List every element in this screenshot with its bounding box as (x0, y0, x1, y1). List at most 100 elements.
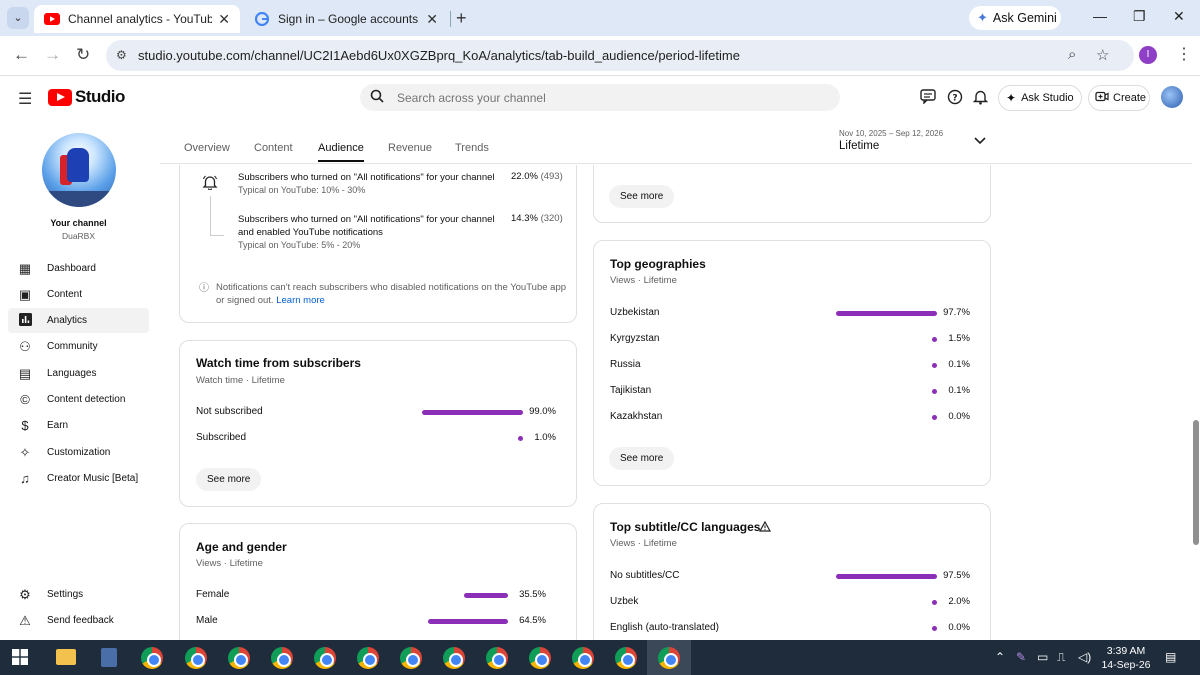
see-more-button[interactable]: See more (609, 447, 675, 470)
taskbar-clock[interactable]: 3:39 AM 14-Sep-26 (1098, 644, 1154, 672)
geo-bar-uzbekistan (836, 311, 937, 316)
google-favicon-icon (254, 11, 270, 27)
new-tab-button[interactable]: + (456, 8, 467, 29)
card-title: Top geographies (610, 257, 706, 271)
chrome-icon[interactable] (658, 647, 680, 669)
browser-menu-icon[interactable]: ⋮ (1176, 44, 1192, 64)
file-explorer-icon[interactable] (56, 649, 76, 665)
chrome-icon[interactable] (572, 647, 594, 669)
chrome-icon[interactable] (529, 647, 551, 669)
tab-content[interactable]: Content (254, 142, 293, 154)
profile-avatar[interactable]: I (1139, 46, 1157, 64)
tab-trends[interactable]: Trends (455, 142, 489, 154)
age-gender-bar-female (464, 593, 508, 598)
sidebar-item-analytics[interactable]: Analytics (8, 308, 149, 333)
search-icon (370, 89, 384, 106)
period-range[interactable]: Nov 10, 2025 – Sep 12, 2026 (839, 129, 943, 138)
tab-search-button[interactable]: ⌄ (7, 7, 29, 29)
chrome-icon[interactable] (271, 647, 293, 669)
row-label: Female (196, 589, 230, 600)
row-label: Uzbek (610, 596, 639, 607)
page-scrollbar[interactable] (1192, 120, 1200, 640)
chrome-icon[interactable] (486, 647, 508, 669)
sidebar-item-settings[interactable]: ⚙ Settings (8, 582, 149, 607)
chrome-icon[interactable] (314, 647, 336, 669)
row-pct: 97.7% (943, 307, 970, 318)
row-pct: 64.5% (519, 615, 546, 626)
chrome-icon[interactable] (400, 647, 422, 669)
sidebar-item-earn[interactable]: $ Earn (8, 413, 149, 438)
studio-logo[interactable]: Studio (48, 87, 125, 107)
scrollbar-thumb[interactable] (1193, 420, 1199, 545)
browser-tab-signin[interactable]: Sign in – Google accounts ✕ (244, 5, 448, 33)
network-icon[interactable]: ⎍ (1057, 650, 1065, 665)
warning-icon[interactable] (758, 520, 772, 535)
tab-overview[interactable]: Overview (184, 142, 230, 154)
sidebar-item-community[interactable]: ⚇ Community (8, 334, 149, 359)
notifications-bell-icon[interactable] (972, 89, 989, 109)
sidebar-item-languages[interactable]: ▤ Languages (8, 361, 149, 386)
learn-more-link[interactable]: Learn more (276, 295, 325, 306)
taskbar-date: 14-Sep-26 (1101, 659, 1151, 671)
notification-center-icon[interactable]: ▤ (1165, 650, 1176, 664)
sidebar-item-customization[interactable]: ✧ Customization (8, 440, 149, 465)
sidebar-item-creator-music[interactable]: ♫ Creator Music [Beta] (8, 466, 149, 491)
tray-chevron-up-icon[interactable]: ⌃ (995, 650, 1005, 664)
tab-audience[interactable]: Audience (318, 142, 364, 162)
chevron-down-icon[interactable] (974, 133, 986, 148)
sidebar: Your channel DuaRBX ▦ Dashboard ▣ Conten… (0, 120, 160, 640)
period-value[interactable]: Lifetime (839, 140, 879, 152)
chrome-icon[interactable] (443, 647, 465, 669)
channel-avatar[interactable] (42, 133, 116, 207)
channel-search-box[interactable] (360, 84, 840, 111)
chrome-icon[interactable] (615, 647, 637, 669)
chrome-icon[interactable] (141, 647, 163, 669)
browser-tab-analytics[interactable]: Channel analytics - YouTube Studio ✕ (34, 5, 240, 33)
dashboard-icon: ▦ (18, 260, 32, 276)
battery-icon[interactable]: ▭ (1037, 650, 1048, 664)
notif-row-1-count: (493) (540, 171, 563, 182)
hamburger-menu-icon[interactable]: ☰ (18, 89, 32, 109)
notif-row-2-pct: 14.3% (511, 213, 538, 224)
reload-icon[interactable]: ↻ (76, 45, 90, 65)
zoom-search-icon[interactable]: ⌕ (1068, 46, 1076, 63)
chrome-icon[interactable] (228, 647, 250, 669)
restore-icon[interactable]: ❐ (1133, 8, 1146, 25)
ask-studio-button[interactable]: ✦ Ask Studio (998, 85, 1082, 111)
see-more-button[interactable]: See more (609, 185, 675, 208)
row-pct: 2.0% (948, 596, 970, 607)
notif-row-2-value: 14.3% (320) (511, 213, 563, 224)
url-text: studio.youtube.com/channel/UC2I1Aebd6Ux0… (138, 48, 740, 63)
close-tab-icon[interactable]: ✕ (218, 11, 230, 28)
address-bar[interactable]: ⚙ studio.youtube.com/channel/UC2I1Aebd6U… (106, 40, 1134, 71)
row-pct: 1.0% (534, 432, 556, 443)
close-tab-icon[interactable]: ✕ (426, 11, 438, 28)
bookmark-star-icon[interactable]: ☆ (1096, 46, 1109, 64)
site-info-icon[interactable]: ⚙ (116, 48, 127, 62)
row-label: Uzbekistan (610, 307, 660, 318)
account-avatar[interactable] (1161, 86, 1183, 108)
windows-start-icon[interactable] (12, 649, 28, 668)
comments-icon[interactable] (920, 89, 936, 108)
search-input[interactable] (397, 88, 817, 108)
tab-revenue[interactable]: Revenue (388, 142, 432, 154)
sidebar-item-content[interactable]: ▣ Content (8, 282, 149, 307)
chrome-icon[interactable] (185, 647, 207, 669)
calculator-icon[interactable] (101, 648, 117, 667)
sidebar-item-content-detection[interactable]: © Content detection (8, 387, 149, 412)
chrome-icon[interactable] (357, 647, 379, 669)
sidebar-item-dashboard[interactable]: ▦ Dashboard (8, 256, 149, 281)
sidebar-item-send-feedback[interactable]: ⚠ Send feedback (8, 608, 149, 633)
pen-icon[interactable]: ✎ (1016, 650, 1026, 664)
volume-icon[interactable]: ◁) (1078, 650, 1091, 664)
ask-gemini-button[interactable]: ✦ Ask Gemini (969, 6, 1061, 30)
see-more-button[interactable]: See more (196, 468, 262, 491)
forward-arrow-icon[interactable]: → (44, 45, 61, 65)
minimize-icon[interactable]: — (1093, 8, 1107, 24)
back-arrow-icon[interactable]: ← (13, 45, 30, 65)
geographies-card: Top geographies Views · Lifetime Uzbekis… (593, 240, 991, 486)
help-icon[interactable]: ? (947, 89, 963, 109)
create-button[interactable]: Create (1088, 85, 1150, 111)
close-window-icon[interactable]: ✕ (1173, 8, 1185, 25)
content-detection-icon: © (20, 392, 30, 407)
